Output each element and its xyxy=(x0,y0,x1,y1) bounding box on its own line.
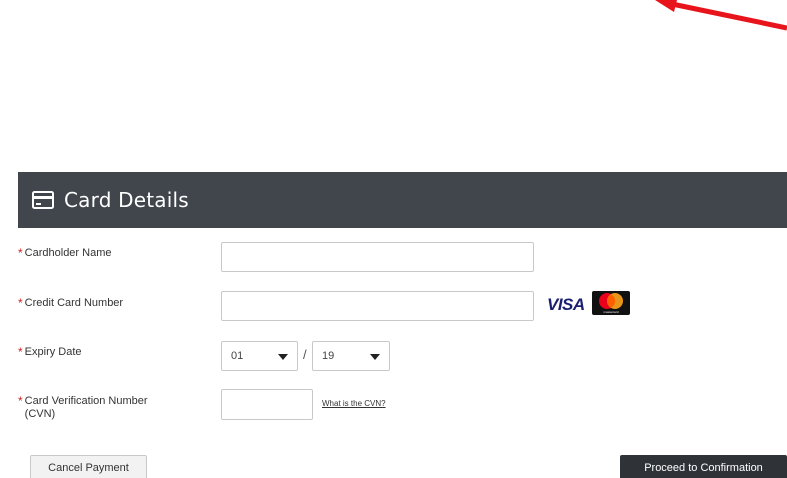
cardholder-name-input[interactable] xyxy=(221,242,534,272)
card-number-input[interactable] xyxy=(221,291,534,321)
cardholder-name-row: * Cardholder Name xyxy=(18,242,787,272)
required-asterisk: * xyxy=(18,296,23,310)
cardholder-name-label: * Cardholder Name xyxy=(18,246,112,260)
expiry-date-label: * Expiry Date xyxy=(18,345,82,359)
expiry-month-select[interactable]: 01 xyxy=(221,341,298,371)
page-title: Card Details xyxy=(64,188,189,212)
chevron-down-icon xyxy=(278,354,288,360)
expiry-separator: / xyxy=(303,347,307,362)
proceed-to-confirmation-button[interactable]: Proceed to Confirmation xyxy=(620,455,787,478)
card-number-label: * Credit Card Number xyxy=(18,296,124,310)
cvn-label: * Card Verification Number (CVN) xyxy=(18,394,148,421)
card-number-row: * Credit Card Number VISA mastercard xyxy=(18,290,787,321)
mastercard-logo: mastercard xyxy=(592,291,630,315)
chevron-down-icon xyxy=(370,354,380,360)
expiry-month-value: 01 xyxy=(231,350,244,362)
what-is-cvn-link[interactable]: What is the CVN? xyxy=(322,399,386,408)
credit-card-icon xyxy=(32,191,54,209)
cvn-row: * Card Verification Number (CVN) What is t… xyxy=(18,389,787,421)
annotation-arrow xyxy=(655,0,787,31)
expiry-year-select[interactable]: 19 xyxy=(312,341,390,371)
cancel-payment-button[interactable]: Cancel Payment xyxy=(30,455,147,478)
required-asterisk: * xyxy=(18,246,23,260)
required-asterisk: * xyxy=(18,345,23,359)
required-asterisk: * xyxy=(18,394,23,408)
visa-logo: VISA xyxy=(547,295,585,314)
expiry-date-row: * Expiry Date 01 / 19 xyxy=(18,341,787,371)
expiry-year-value: 19 xyxy=(322,350,335,362)
cvn-input[interactable] xyxy=(221,389,313,420)
card-details-header: Card Details xyxy=(18,172,787,228)
